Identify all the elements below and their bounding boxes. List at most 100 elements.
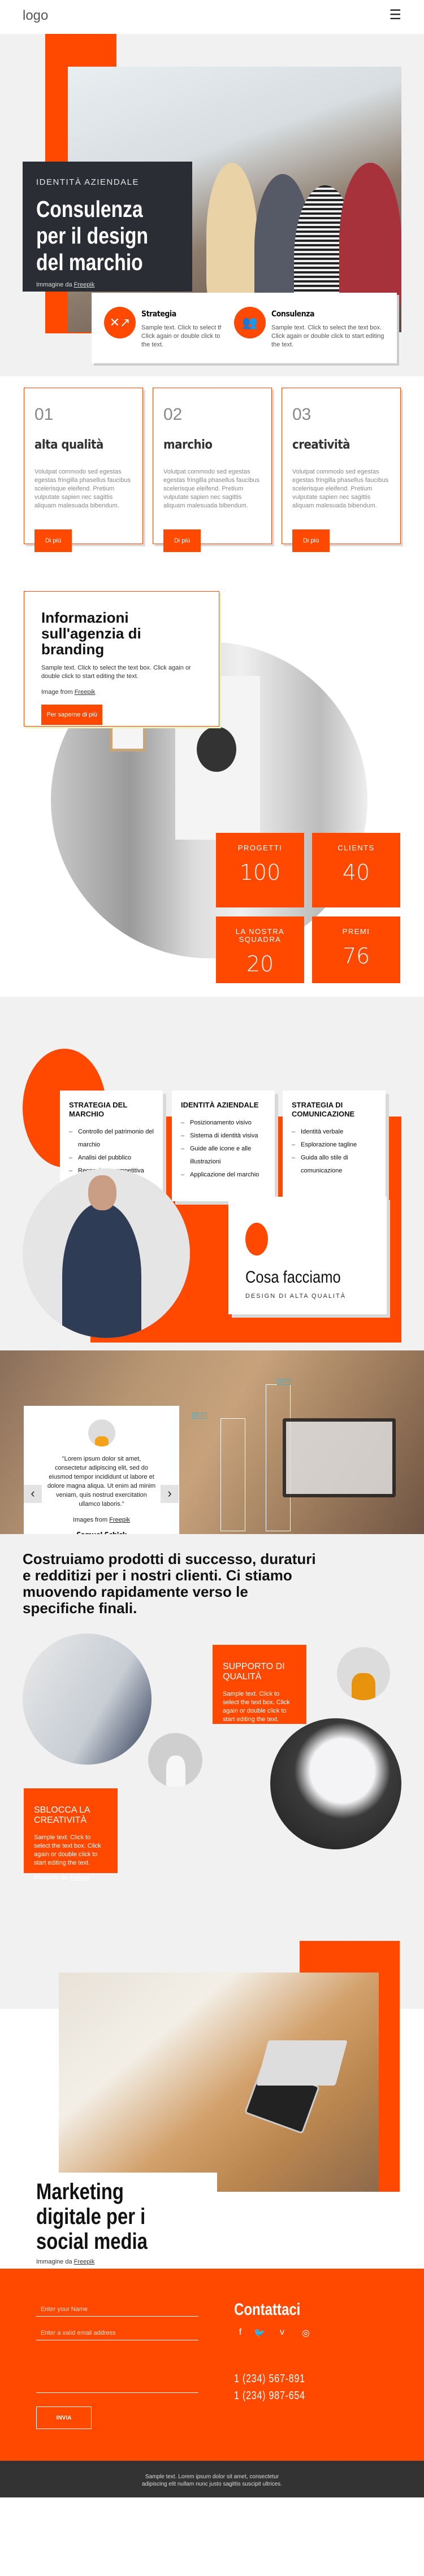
carousel-prev-button[interactable]: ‹: [24, 1485, 42, 1503]
footer-text: Sample text. Lorem ipsum dolor sit amet,…: [142, 2474, 282, 2487]
service-item: Applicazione del marchio: [181, 1168, 266, 1181]
facebook-icon[interactable]: f: [234, 2327, 246, 2340]
credit-prefix: Immagine da: [36, 281, 72, 288]
person-shape: [206, 163, 257, 310]
service-item: Esplorazione tagline: [292, 1139, 377, 1152]
chart-label: 00.47: [192, 1413, 207, 1419]
marketing-section: Marketing digitale per i social media Im…: [0, 1935, 424, 2269]
numbered-card: 01 alta qualità Volutpat commodo sed ege…: [24, 388, 143, 552]
email-input[interactable]: [36, 2326, 198, 2340]
creativity-card: SBLOCCA LA CREATIVITÀ Sample text. Click…: [24, 1788, 118, 1881]
feature-card-consulenza: 👥 Consulenza Sample text. Click to selec…: [222, 293, 397, 363]
service-title: STRATEGIA DI COMUNICAZIONE: [292, 1101, 355, 1118]
freepik-link[interactable]: Freepik: [75, 689, 96, 696]
message-textarea[interactable]: [36, 2348, 198, 2393]
about-card: Informazioni sull'agenzia di branding Sa…: [24, 591, 219, 727]
credit-prefix: Image from: [41, 689, 73, 696]
testimonial-card: "Lorem ipsum dolor sit amet, consectetur…: [24, 1406, 179, 1534]
logo[interactable]: logo: [23, 8, 48, 24]
person-head-shape: [88, 1175, 116, 1210]
credit-prefix: Images from: [73, 1517, 108, 1523]
hero-kicker: IDENTITÀ AZIENDALE: [36, 177, 140, 187]
card-text: Volutpat commodo sed egestas egestas fri…: [163, 468, 259, 509]
stat-squadra: LA NOSTRA SQUADRA 20: [216, 916, 304, 983]
card-title: SBLOCCA LA CREATIVITÀ: [34, 1805, 90, 1825]
numbered-card: 02 marchio Volutpat commodo sed egestas …: [153, 388, 272, 552]
testimonial-quote: "Lorem ipsum dolor sit amet, consectetur…: [47, 1456, 156, 1508]
avatar: [88, 1419, 115, 1446]
service-item: Analisi del pubblico: [69, 1152, 154, 1165]
more-button[interactable]: Di più: [292, 529, 330, 552]
woman-portrait-photo: [337, 1647, 390, 1700]
name-input[interactable]: [36, 2303, 198, 2317]
phone-number[interactable]: 1 (234) 987-654: [234, 2390, 305, 2403]
freepik-link[interactable]: Freepik: [70, 1874, 90, 1881]
stat-label: PROGETTI: [237, 844, 283, 852]
more-button[interactable]: Di più: [34, 529, 72, 552]
more-button[interactable]: Di più: [163, 529, 201, 552]
contact-title: Contattaci: [234, 2300, 301, 2319]
carousel-next-button[interactable]: ›: [161, 1485, 179, 1503]
about-title: Informazioni sull'agenzia di branding: [41, 609, 141, 658]
services-section: STRATEGIA DEL MARCHIO Controllo del patr…: [0, 983, 424, 1345]
card-text: Volutpat commodo sed egestas egestas fri…: [292, 468, 388, 509]
what-we-do-card: Cosa facciamo DESIGN DI ALTA QUALITÀ: [228, 1197, 387, 1314]
stat-label: PREMI: [342, 927, 370, 936]
service-list: Posizionamento visivo Sistema di identit…: [181, 1117, 266, 1181]
image-credit: Immagini da Freepik: [34, 1874, 107, 1881]
freepik-link[interactable]: Freepik: [109, 1517, 130, 1523]
man-laptop-photo: [148, 1733, 202, 1787]
hero-section: IDENTITÀ AZIENDALE Consulenza per il des…: [0, 34, 424, 376]
what-we-do-subtitle: DESIGN DI ALTA QUALITÀ: [245, 1293, 347, 1300]
credit-prefix: Immagini da: [34, 1874, 68, 1881]
laptop-dashboard-photo: [270, 1718, 401, 1849]
testimonial-section: 00.47 00.70 "Lorem ipsum dolor sit amet,…: [0, 1345, 424, 1534]
team-desk-photo: [59, 1973, 379, 2192]
chart-bar-overlay: [220, 1418, 245, 1531]
image-credit: Image from Freepik: [41, 689, 202, 696]
poster-circle-shape: [197, 727, 236, 772]
numbered-card: 03 creatività Volutpat commodo sed egest…: [282, 388, 401, 552]
service-item: Identità verbale: [292, 1126, 377, 1139]
service-item: Guida allo stile di comunicazione: [292, 1152, 377, 1178]
submit-button[interactable]: INVIA: [36, 2406, 92, 2429]
about-section: Informazioni sull'agenzia di branding Sa…: [0, 581, 424, 983]
strategy-play-icon: ✕↗: [104, 307, 136, 338]
stat-value: 20: [246, 952, 274, 976]
card-number: 02: [163, 405, 183, 424]
image-credit: Immagine da Freepik: [36, 281, 179, 288]
decorative-dot: [245, 1223, 268, 1256]
person-shape: [62, 1202, 141, 1338]
service-list: Identità verbale Esplorazione tagline Gu…: [292, 1126, 377, 1178]
success-section: Costruiamo prodotti di successo, duratur…: [0, 1534, 424, 1935]
learn-more-button[interactable]: Per saperne di più: [41, 705, 102, 725]
instagram-icon[interactable]: ◎: [300, 2327, 312, 2340]
quality-support-card: SUPPORTO DI QUALITÀ Sample text. Click t…: [213, 1645, 306, 1724]
stat-value: 40: [342, 860, 370, 885]
service-item: Posizionamento visivo: [181, 1117, 266, 1130]
hamburger-menu-icon[interactable]: ☰: [389, 7, 401, 23]
phone-number[interactable]: 1 (234) 567-891: [234, 2373, 305, 2386]
vimeo-icon[interactable]: v: [276, 2327, 288, 2340]
image-credit: Immagine da Freepik: [36, 2258, 94, 2265]
card-number: 03: [292, 405, 311, 424]
card-title: creatività: [292, 438, 351, 452]
service-title: STRATEGIA DEL MARCHIO: [69, 1101, 128, 1118]
stat-progetti: PROGETTI 100: [216, 833, 304, 907]
card-text: Volutpat commodo sed egestas egestas fri…: [34, 468, 131, 509]
site-header: logo ☰: [0, 0, 424, 34]
twitter-icon[interactable]: 🐦: [253, 2327, 266, 2340]
image-credit: Images from Freepik: [24, 1517, 179, 1523]
feature-title: Strategia: [141, 310, 176, 319]
card-title: SUPPORTO DI QUALITÀ: [223, 1662, 285, 1682]
card-title: marchio: [163, 438, 213, 452]
service-title: IDENTITÀ AZIENDALE: [181, 1101, 259, 1109]
laptop-shape: [283, 1418, 396, 1497]
freepik-link[interactable]: Freepik: [74, 2258, 95, 2265]
card-number: 01: [34, 405, 54, 424]
freepik-link[interactable]: Freepik: [74, 281, 95, 288]
what-we-do-title: Cosa facciamo: [245, 1268, 341, 1287]
card-title: alta qualità: [34, 438, 103, 452]
stat-value: 76: [342, 944, 370, 968]
credit-prefix: Immagine da: [36, 2258, 72, 2265]
